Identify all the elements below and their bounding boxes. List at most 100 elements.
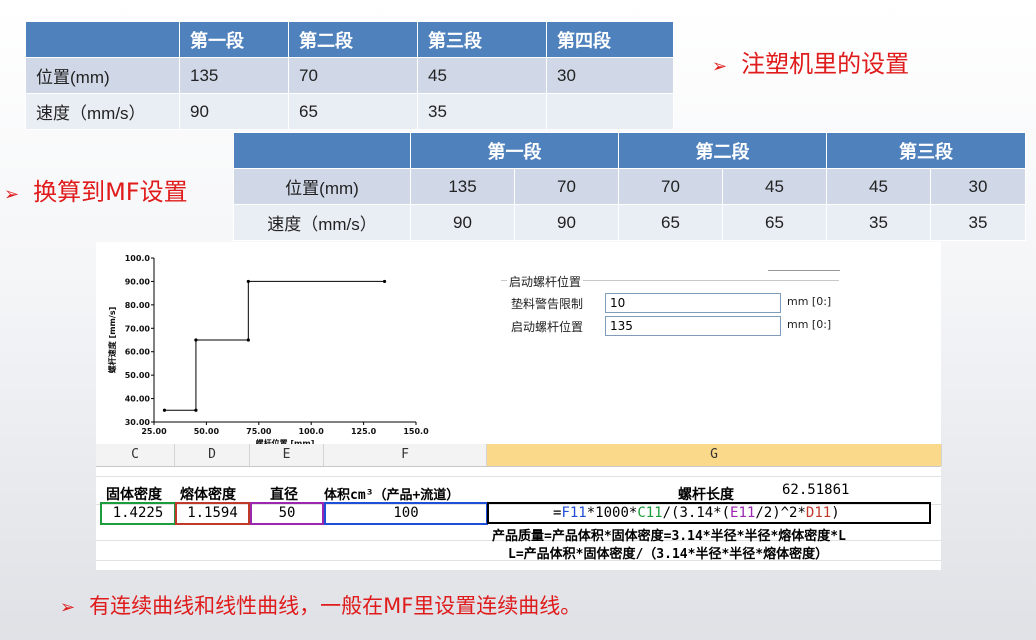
table1-cell: 65 — [288, 93, 418, 130]
table1-cell: 135 — [179, 57, 289, 94]
bullet-text: 换算到MF设置 — [33, 178, 188, 206]
table2-cell: 70 — [618, 168, 723, 205]
y-tick-label: 30.00 — [125, 418, 151, 427]
x-tick-label: 75.00 — [246, 427, 272, 436]
formula-reference: D11 — [805, 505, 832, 521]
arrow-bullet-icon: ➢ — [60, 597, 76, 618]
table1-header-cell: 第一段 — [179, 21, 289, 58]
table2-cell: 70 — [514, 168, 619, 205]
column-header-e[interactable]: E — [250, 444, 324, 466]
formula-text: =F11*1000*C11/(3.14*(E11/2)^2*D11) — [553, 505, 840, 521]
cushion-warning-unit: mm [0:] — [787, 295, 832, 308]
cushion-warning-label: 垫料警告限制 — [511, 297, 584, 311]
speed-profile-chart: 25.00 50.00 75.00 100.0 125.0 150.0 30.00 40.00… — [107, 254, 429, 448]
arrow-bullet-icon: ➢ — [712, 56, 728, 77]
note-product-mass: 产品质量=产品体积*固体密度=3.14*半径*半径*熔体密度*L — [492, 529, 846, 544]
solid-density-header: 固体密度 — [106, 487, 162, 503]
start-position-input[interactable]: 135 — [605, 316, 781, 336]
diameter-header: 直径 — [270, 487, 298, 503]
column-header-d[interactable]: D — [175, 444, 250, 466]
table1-cell: 35 — [417, 93, 547, 130]
formula-segment: /(3.14*( — [662, 505, 731, 521]
y-tick-label: 80.00 — [125, 301, 151, 310]
table2-header-cell: 第三段 — [826, 132, 1026, 169]
table2-cell: 30 — [930, 168, 1026, 205]
table1-header-cell: 第四段 — [546, 21, 674, 58]
grid-line — [96, 476, 941, 477]
start-position-label: 启动螺杆位置 — [511, 320, 584, 334]
data-point — [246, 279, 250, 284]
bullet-curve-note: ➢ 有连续曲线和线性曲线，一般在MF里设置连续曲线。 — [60, 590, 581, 620]
table2-cell: 位置(mm) — [233, 168, 411, 205]
column-header-c[interactable]: C — [96, 444, 175, 466]
data-point — [194, 338, 198, 342]
table2-cell: 45 — [722, 168, 827, 205]
y-tick-label: 60.00 — [125, 348, 151, 357]
note-length-formula: L=产品体积*固体密度/（3.14*半径*半径*熔体密度） — [508, 547, 829, 562]
formula-reference: C11 — [637, 505, 663, 521]
data-point — [162, 408, 167, 412]
table2-header-cell: 第一段 — [410, 132, 619, 169]
table2-cell: 35 — [930, 204, 1026, 241]
data-point — [194, 408, 198, 412]
screenshot-panel: 25.00 50.00 75.00 100.0 125.0 150.0 30.00 40.00… — [96, 242, 942, 570]
x-tick-label: 125.0 — [351, 427, 377, 436]
settings-top-edge — [768, 270, 840, 271]
screw-length-header: 螺杆长度 — [678, 487, 734, 503]
x-tick-label: 50.00 — [194, 427, 220, 436]
y-tick-label: 50.00 — [125, 371, 151, 380]
y-tick-label: 100.0 — [125, 254, 151, 263]
y-tick-label: 90.00 — [125, 277, 151, 286]
solid-density-cell[interactable]: 1.4225 — [100, 502, 176, 525]
data-point — [246, 338, 250, 342]
bullet-machine-settings: ➢ 注塑机里的设置 — [712, 44, 909, 79]
cushion-warning-input[interactable]: 10 — [605, 293, 781, 313]
y-tick-label: 70.00 — [125, 324, 151, 333]
bullet-text: 有连续曲线和线性曲线，一般在MF里设置连续曲线。 — [89, 594, 582, 618]
table2-header-cell — [233, 132, 411, 169]
bullet-mf-settings: ➢ 换算到MF设置 — [4, 172, 188, 207]
table2-cell: 135 — [410, 168, 515, 205]
table2-cell: 90 — [410, 204, 515, 241]
x-tick-label: 150.0 — [403, 427, 429, 436]
formula-segment: ) — [831, 505, 840, 521]
volume-cell[interactable]: 100 — [324, 502, 488, 525]
table1-cell: 速度（mm/s） — [25, 93, 180, 130]
melt-density-cell[interactable]: 1.1594 — [175, 502, 250, 525]
screw-position-settings: 启动螺杆位置 垫料警告限制 10 mm [0:] 启动螺杆位置 135 mm [… — [501, 273, 839, 348]
formula-segment: /2)^2* — [755, 505, 806, 521]
table2-cell: 65 — [722, 204, 827, 241]
column-header-f[interactable]: F — [324, 444, 487, 466]
volume-header: 体积cm³（产品+流道） — [324, 488, 460, 503]
table1-cell: 位置(mm) — [25, 57, 180, 94]
table1-cell: 90 — [179, 93, 289, 130]
data-point — [382, 279, 387, 284]
melt-density-header: 熔体密度 — [180, 487, 236, 503]
arrow-bullet-icon: ➢ — [4, 184, 20, 205]
injection-settings-table: 第一段 第二段 第三段 第四段 位置(mm) 135 70 45 30 速度（m… — [25, 21, 674, 130]
table2-header-cell: 第二段 — [618, 132, 827, 169]
formula-cell[interactable]: =F11*1000*C11/(3.14*(E11/2)^2*D11) — [487, 502, 931, 524]
screw-length-result: 62.51861 — [782, 482, 850, 498]
table1-cell: 30 — [546, 57, 674, 94]
settings-group-title: 启动螺杆位置 — [507, 273, 584, 290]
table2-cell: 速度（mm/s） — [233, 204, 411, 241]
table2-cell: 65 — [618, 204, 723, 241]
table2-cell: 90 — [514, 204, 619, 241]
table2-cell: 35 — [826, 204, 931, 241]
table1-header-cell: 第三段 — [417, 21, 547, 58]
column-header-g[interactable]: G — [487, 444, 942, 466]
table1-cell: 45 — [417, 57, 547, 94]
x-tick-label: 100.0 — [299, 427, 325, 436]
formula-segment: *1000* — [586, 505, 638, 521]
table2-cell: 45 — [826, 168, 931, 205]
x-tick-label: 25.00 — [141, 427, 167, 436]
table1-header-cell: 第二段 — [288, 21, 418, 58]
table1-header-cell — [25, 21, 180, 58]
mf-settings-table: 第一段 第二段 第三段 位置(mm) 135 70 70 45 45 30 速度… — [233, 132, 1026, 241]
diameter-cell[interactable]: 50 — [250, 502, 324, 525]
table1-cell — [546, 93, 674, 130]
y-tick-label: 40.00 — [125, 395, 151, 404]
start-position-unit: mm [0:] — [787, 318, 832, 331]
bullet-text: 注塑机里的设置 — [741, 50, 910, 78]
